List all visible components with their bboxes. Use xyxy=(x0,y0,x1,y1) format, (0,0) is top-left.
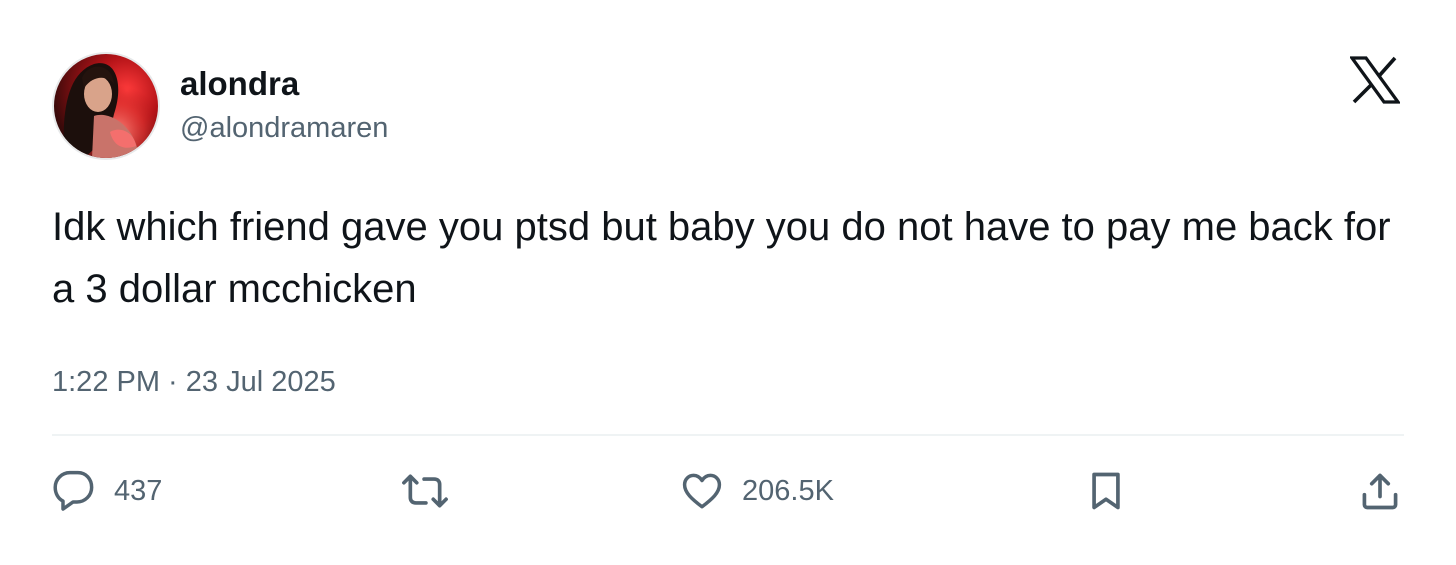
author-name[interactable]: alondra xyxy=(180,64,299,104)
tweet-text: Idk which friend gave you ptsd but baby … xyxy=(52,205,1391,311)
like-button[interactable]: 206.5K xyxy=(680,466,834,516)
reply-count: 437 xyxy=(114,475,163,507)
tweet-card: alondra @alondramaren Idk which friend g… xyxy=(0,0,1456,565)
share-button[interactable] xyxy=(1358,466,1402,516)
like-count: 206.5K xyxy=(742,475,834,507)
tweet-timestamp[interactable]: 1:22 PM · 23 Jul 2025 xyxy=(52,362,336,402)
retweet-button[interactable] xyxy=(400,466,450,516)
share-icon xyxy=(1358,469,1402,513)
author-handle[interactable]: @alondramaren xyxy=(180,108,388,148)
avatar-image xyxy=(54,54,158,158)
avatar[interactable] xyxy=(52,52,160,160)
reply-icon xyxy=(52,469,96,513)
bookmark-button[interactable] xyxy=(1084,466,1128,516)
reply-button[interactable]: 437 xyxy=(52,466,162,516)
heart-icon xyxy=(680,469,724,513)
retweet-icon xyxy=(400,469,450,513)
divider xyxy=(52,434,1404,436)
x-logo-icon xyxy=(1348,56,1402,104)
bookmark-icon xyxy=(1084,469,1128,513)
